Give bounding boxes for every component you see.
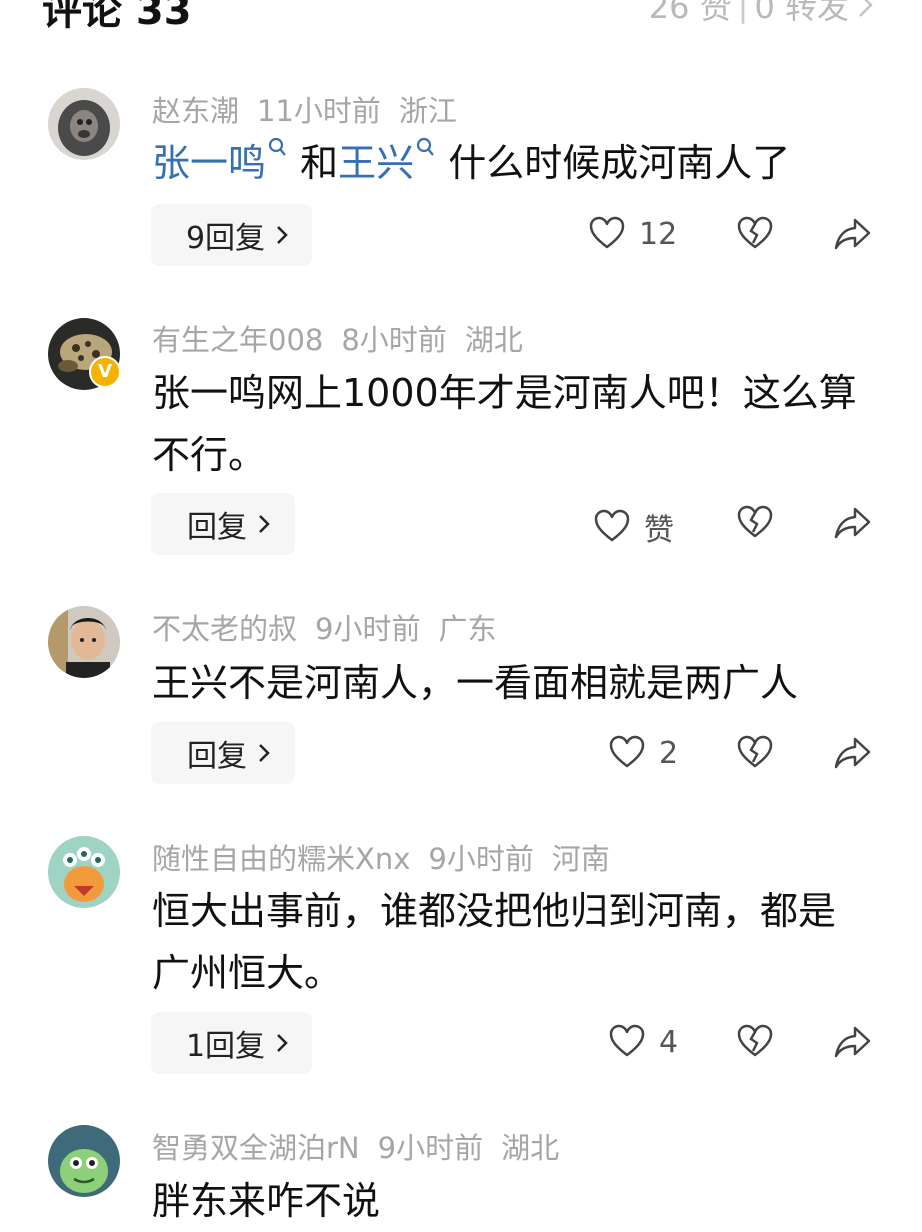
like-button[interactable]: 12 bbox=[589, 216, 677, 252]
avatar[interactable] bbox=[48, 836, 120, 908]
comment-time: 9小时前 bbox=[377, 1131, 484, 1165]
comment-time: 11小时前 bbox=[257, 94, 381, 128]
username[interactable]: 不太老的叔 bbox=[152, 612, 297, 646]
search-icon bbox=[417, 137, 434, 156]
comment-text: 恒大出事前，谁都没把他归到河南，都是广州恒大。 bbox=[152, 889, 837, 995]
username[interactable]: 有生之年008 bbox=[152, 323, 323, 357]
chevron-right-icon bbox=[859, 0, 873, 17]
comment-meta: 随性自由的糯米Xnx 9小时前 河南 bbox=[152, 836, 628, 878]
like-button[interactable]: 2 bbox=[609, 735, 678, 771]
reply-button[interactable]: 回复 bbox=[151, 493, 295, 555]
chevron-right-icon bbox=[277, 226, 288, 244]
comment-location: 湖北 bbox=[501, 1131, 560, 1165]
reply-button[interactable]: 9回复 bbox=[151, 204, 312, 266]
share-arrow-icon bbox=[834, 507, 871, 539]
share-button[interactable] bbox=[834, 1024, 872, 1060]
broken-heart-icon bbox=[737, 1024, 773, 1057]
comment-location: 湖北 bbox=[464, 323, 523, 357]
username[interactable]: 赵东潮 bbox=[152, 94, 239, 128]
username[interactable]: 随性自由的糯米Xnx bbox=[152, 842, 410, 876]
comments-header: 评论 33 26 赞 | 0 转发 bbox=[0, 0, 922, 34]
comment-meta: 赵东潮 11小时前 浙江 bbox=[152, 88, 475, 130]
comment-text-tail: 什么时候成河南人了 bbox=[448, 141, 791, 185]
comment-text: 王兴不是河南人，一看面相就是两广人 bbox=[152, 661, 799, 705]
broken-heart-icon bbox=[737, 216, 773, 249]
mention-connector: 和 bbox=[300, 141, 339, 185]
heart-outline-icon bbox=[589, 216, 625, 249]
comment-text: 胖东来咋不说 bbox=[152, 1179, 381, 1223]
broken-heart-icon bbox=[737, 735, 773, 768]
likes-count: 26 赞 bbox=[648, 0, 732, 26]
share-button[interactable] bbox=[834, 735, 872, 771]
username[interactable]: 智勇双全湖泊rN bbox=[152, 1131, 360, 1165]
comment-time: 9小时前 bbox=[428, 842, 534, 876]
comment-time: 8小时前 bbox=[341, 323, 447, 357]
reply-label: 9回复 bbox=[185, 221, 266, 256]
comment-location: 浙江 bbox=[398, 94, 457, 128]
stats-separator: | bbox=[737, 0, 749, 24]
chevron-right-icon bbox=[259, 744, 270, 762]
dislike-button[interactable] bbox=[737, 216, 773, 252]
like-count: 4 bbox=[659, 1024, 679, 1060]
avatar[interactable] bbox=[48, 88, 120, 160]
share-button[interactable] bbox=[834, 505, 872, 541]
share-arrow-icon bbox=[834, 737, 871, 769]
share-arrow-icon bbox=[834, 1026, 871, 1058]
like-count: 12 bbox=[639, 216, 678, 252]
header-stats[interactable]: 26 赞 | 0 转发 bbox=[649, 0, 877, 28]
comment-text: 张一鸣 和王兴 什么时候成河南人了 bbox=[152, 132, 882, 194]
shares-count: 0 转发 bbox=[754, 0, 849, 26]
reply-button[interactable]: 回复 bbox=[151, 722, 295, 784]
comment-meta: 不太老的叔 9小时前 广东 bbox=[152, 606, 514, 648]
comment-meta: 智勇双全湖泊rN 9小时前 湖北 bbox=[152, 1125, 577, 1167]
share-button[interactable] bbox=[834, 216, 872, 252]
mention-link[interactable]: 王兴 bbox=[338, 141, 414, 185]
heart-outline-icon bbox=[609, 1024, 645, 1057]
dislike-button[interactable] bbox=[737, 505, 773, 541]
share-arrow-icon bbox=[834, 218, 871, 250]
avatar[interactable] bbox=[48, 1125, 120, 1197]
comment-text: 张一鸣网上1000年才是河南人吧！这么算不行。 bbox=[152, 371, 857, 477]
verified-badge: V bbox=[89, 356, 121, 388]
heart-outline-icon bbox=[594, 509, 630, 542]
like-button[interactable]: 4 bbox=[609, 1024, 678, 1060]
reply-label: 1回复 bbox=[185, 1029, 266, 1064]
reply-label: 回复 bbox=[187, 739, 247, 774]
chevron-right-icon bbox=[277, 1034, 288, 1052]
chevron-right-icon bbox=[259, 515, 270, 533]
comment-location: 河南 bbox=[551, 842, 610, 876]
avatar[interactable] bbox=[48, 606, 120, 678]
comments-title: 评论 33 bbox=[42, 0, 192, 34]
heart-outline-icon bbox=[609, 735, 645, 768]
comment-location: 广东 bbox=[438, 612, 497, 646]
like-count: 赞 bbox=[644, 513, 674, 548]
search-icon bbox=[268, 137, 286, 156]
reply-button[interactable]: 1回复 bbox=[151, 1012, 312, 1074]
comment-time: 9小时前 bbox=[315, 612, 421, 646]
dislike-button[interactable] bbox=[737, 735, 773, 771]
comment-meta: 有生之年008 8小时前 湖北 bbox=[152, 317, 541, 359]
broken-heart-icon bbox=[737, 505, 773, 538]
mention-link[interactable]: 张一鸣 bbox=[152, 141, 266, 185]
like-button[interactable]: 赞 bbox=[594, 505, 674, 549]
like-count: 2 bbox=[659, 735, 679, 771]
dislike-button[interactable] bbox=[737, 1024, 773, 1060]
reply-label: 回复 bbox=[187, 510, 247, 545]
